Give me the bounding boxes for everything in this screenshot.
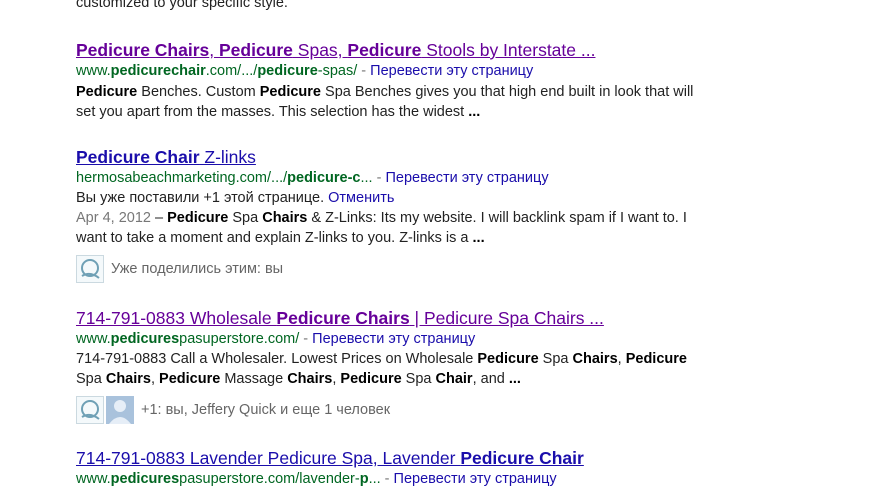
result-1-url: www.pedicurechair.com/.../pedicure-spas/ (76, 63, 357, 79)
title-text: 714-791-0883 Wholesale (76, 308, 277, 328)
snippet-bold: Pedicure (76, 84, 138, 100)
url-separator: - (357, 63, 371, 79)
snippet-bold: Chairs (105, 370, 151, 387)
result-3-url: www.pedicurespasuperstore.com/ (76, 331, 299, 347)
result-1-translate-link[interactable]: Перевести эту страницу (370, 63, 533, 79)
title-bold: Pedicure Chair (76, 147, 200, 167)
snippet-text: Spa (538, 351, 573, 367)
result-3-snippet: 714-791-0883 Call a Wholesaler. Lowest P… (76, 350, 696, 389)
title-bold: Pedicure (347, 40, 422, 60)
snippet-bold: Chairs (262, 210, 308, 226)
snippet-text: 714-791-0883 Call a Wholesaler. Lowest P… (76, 351, 478, 367)
snippet-text: , (150, 370, 160, 387)
result-2-translate-link[interactable]: Перевести эту страницу (385, 170, 548, 186)
result-2-social-annotation: Уже поделились этим: вы (76, 255, 696, 283)
url-part: www. (76, 471, 111, 487)
result-3-title-link[interactable]: 714-791-0883 Wholesale Pedicure Chairs |… (76, 307, 696, 329)
snippet-bold: Pedicure (167, 210, 229, 226)
url-part: -spas/ (317, 63, 358, 79)
social-text: Уже поделились этим: вы (111, 261, 284, 277)
snippet-bold: Pedicure (625, 351, 687, 367)
title-text: Spas, (292, 40, 348, 60)
snippet-ellipsis: ... (508, 370, 521, 387)
site-logo-icon[interactable] (76, 255, 104, 283)
date-separator: – (150, 210, 168, 226)
result-4-title-link[interactable]: 714-791-0883 Lavender Pedicure Spa, Lave… (76, 447, 696, 469)
title-bold: Pedicure (218, 40, 293, 60)
result-1-url-line: www.pedicurechair.com/.../pedicure-spas/… (76, 62, 696, 81)
title-text: , (209, 40, 219, 60)
snippet-text: , and (472, 370, 509, 387)
search-result-4: 714-791-0883 Lavender Pedicure Spa, Lave… (76, 447, 696, 489)
snippet-text: , (617, 351, 626, 367)
result-2-title-link[interactable]: Pedicure Chair Z-links (76, 146, 696, 168)
snippet-ellipsis: ... (468, 103, 481, 120)
url-part: hermosabeachmarketing.com/.../ (76, 170, 288, 186)
result-4-url: www.pedicurespasuperstore.com/lavender-p… (76, 471, 381, 487)
snippet-bold: Pedicure (259, 84, 321, 100)
search-result-1: Pedicure Chairs, Pedicure Spas, Pedicure… (76, 39, 696, 122)
title-bold: Pedicure Chairs (76, 40, 210, 60)
url-part: ... (368, 471, 381, 487)
snippet-text: Spa (401, 370, 436, 387)
url-part: .com/.../ (205, 63, 258, 79)
snippet-text: Benches. Custom (137, 84, 260, 100)
plusone-text: Вы уже поставили +1 этой странице. (76, 190, 325, 206)
snippet-ellipsis: ... (472, 229, 485, 246)
snippet-bold: Pedicure (340, 370, 402, 387)
social-text: +1: вы, Jeffery Quick и еще 1 человек (141, 402, 391, 418)
result-3-social-annotation: +1: вы, Jeffery Quick и еще 1 человек (76, 396, 696, 424)
result-2-url-line: hermosabeachmarketing.com/.../pedicure-c… (76, 169, 696, 188)
plusone-undo-link[interactable]: Отменить (328, 190, 394, 206)
url-bold: pedicure-c (287, 170, 361, 186)
result-3-translate-link[interactable]: Перевести эту страницу (312, 331, 475, 347)
snippet-bold: Chairs (572, 351, 618, 367)
title-bold: Pedicure Chair (460, 448, 584, 468)
url-part: www. (76, 63, 111, 79)
result-2-plusone-notice: Вы уже поставили +1 этой странице. Отмен… (76, 189, 696, 208)
previous-result-snippet: customized to your specific style. (76, 0, 288, 13)
snippet-text: Massage (220, 370, 288, 387)
result-1-title-link[interactable]: Pedicure Chairs, Pedicure Spas, Pedicure… (76, 39, 696, 61)
title-text: Z-links (199, 147, 256, 167)
snippet-text: Spa (76, 370, 106, 387)
site-logo-icon[interactable] (76, 396, 104, 424)
url-separator: - (380, 471, 394, 487)
snippet-bold: Pedicure (159, 370, 221, 387)
url-part: www. (76, 331, 111, 347)
result-2-snippet: Apr 4, 2012 – Pedicure Spa Chairs & Z-Li… (76, 209, 696, 248)
user-avatar-icon[interactable] (106, 396, 134, 424)
result-1-snippet: Pedicure Benches. Custom Pedicure Spa Be… (76, 83, 696, 122)
url-bold: pedicures (110, 331, 180, 347)
result-2-url: hermosabeachmarketing.com/.../pedicure-c… (76, 170, 373, 186)
title-text: | Pedicure Spa Chairs ... (409, 308, 604, 328)
snippet-bold: Chairs (287, 370, 333, 387)
url-bold: pedicures (110, 471, 180, 487)
url-part: ... (360, 170, 373, 186)
url-part: pasuperstore.com/ (179, 331, 300, 347)
url-separator: - (372, 170, 386, 186)
title-text: 714-791-0883 Lavender Pedicure Spa, Lave… (76, 448, 461, 468)
url-separator: - (299, 331, 313, 347)
result-4-url-line: www.pedicurespasuperstore.com/lavender-p… (76, 470, 696, 489)
previous-snippet-text: customized to your specific style. (76, 0, 288, 11)
title-bold: Pedicure Chairs (276, 308, 410, 328)
snippet-text: Spa (228, 210, 263, 226)
url-bold: pedicurechair (110, 63, 206, 79)
url-bold: pedicure (257, 63, 318, 79)
search-result-3: 714-791-0883 Wholesale Pedicure Chairs |… (76, 307, 696, 424)
url-bold: p (359, 471, 369, 487)
result-4-translate-link[interactable]: Перевести эту страницу (394, 471, 557, 487)
title-text: Stools by Interstate ... (421, 40, 596, 60)
search-result-2: Pedicure Chair Z-links hermosabeachmarke… (76, 146, 696, 283)
url-part: pasuperstore.com/lavender- (179, 471, 360, 487)
result-3-url-line: www.pedicurespasuperstore.com/ - Перевес… (76, 330, 696, 349)
result-date: Apr 4, 2012 (76, 210, 151, 226)
snippet-bold: Chair (435, 370, 473, 387)
snippet-bold: Pedicure (477, 351, 539, 367)
